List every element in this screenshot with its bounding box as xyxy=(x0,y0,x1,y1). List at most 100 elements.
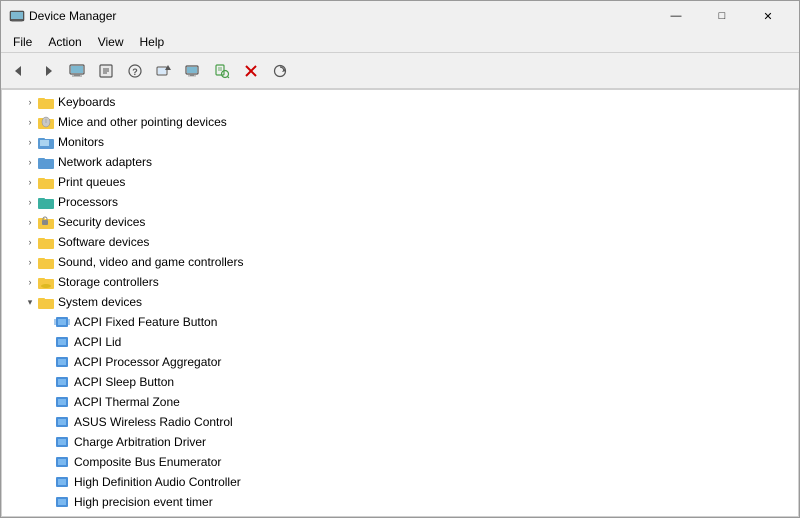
tree-item-print[interactable]: Print queues xyxy=(2,172,798,192)
tree-label-keyboards: Keyboards xyxy=(58,95,115,109)
tree-item-acpi-proc[interactable]: ACPI Processor Aggregator xyxy=(2,352,798,372)
tree-item-acpi-fixed[interactable]: ACPI Fixed Feature Button xyxy=(2,312,798,332)
display-button[interactable] xyxy=(179,57,207,85)
folder-icon-software xyxy=(38,234,54,250)
tree-label-acpi-thermal: ACPI Thermal Zone xyxy=(74,395,180,409)
forward-button[interactable] xyxy=(34,57,62,85)
tree-arrow-network[interactable] xyxy=(22,154,38,170)
tree-label-asus: ASUS Wireless Radio Control xyxy=(74,415,233,429)
tree-arrow-software[interactable] xyxy=(22,234,38,250)
tree-item-software[interactable]: Software devices xyxy=(2,232,798,252)
chip-icon-acpi-sleep xyxy=(54,374,70,390)
tree-label-print: Print queues xyxy=(58,175,125,189)
tree-item-processors[interactable]: Processors xyxy=(2,192,798,212)
scan-button[interactable] xyxy=(208,57,236,85)
folder-icon-system xyxy=(38,294,54,310)
window-controls: — □ ✕ xyxy=(653,1,791,31)
tree-item-charge[interactable]: Charge Arbitration Driver xyxy=(2,432,798,452)
tree-label-sound: Sound, video and game controllers xyxy=(58,255,243,269)
folder-icon-processors xyxy=(38,194,54,210)
chip-icon-acpi-fixed xyxy=(54,314,70,330)
tree-item-mice[interactable]: Mice and other pointing devices xyxy=(2,112,798,132)
main-content: Keyboards Mice and other pointing device… xyxy=(1,89,799,517)
tree-label-hda: High Definition Audio Controller xyxy=(74,475,241,489)
tree-arrow-print[interactable] xyxy=(22,174,38,190)
update-driver-button[interactable] xyxy=(150,57,178,85)
tree-arrow-system[interactable] xyxy=(22,294,38,310)
tree-item-hpet[interactable]: High precision event timer xyxy=(2,492,798,512)
tree-label-acpi-fixed: ACPI Fixed Feature Button xyxy=(74,315,217,329)
folder-icon-monitors xyxy=(38,134,54,150)
tree-item-acpi-thermal[interactable]: ACPI Thermal Zone xyxy=(2,392,798,412)
update-button[interactable] xyxy=(266,57,294,85)
tree-arrow-mice[interactable] xyxy=(22,114,38,130)
tree-label-intel-lpc: Intel(R) 100 Series Chipset Family LPC C… xyxy=(74,515,463,516)
tree-item-acpi-sleep[interactable]: ACPI Sleep Button xyxy=(2,372,798,392)
tree-item-intel-lpc[interactable]: Intel(R) 100 Series Chipset Family LPC C… xyxy=(2,512,798,516)
tree-item-sound[interactable]: Sound, video and game controllers xyxy=(2,252,798,272)
minimize-button[interactable]: — xyxy=(653,1,699,31)
tree-label-hpet: High precision event timer xyxy=(74,495,213,509)
folder-icon-print xyxy=(38,174,54,190)
tree-arrow-monitors[interactable] xyxy=(22,134,38,150)
tree-item-composite[interactable]: Composite Bus Enumerator xyxy=(2,452,798,472)
chip-icon-acpi-proc xyxy=(54,354,70,370)
chip-icon-intel-lpc xyxy=(54,514,70,516)
tree-item-system[interactable]: System devices xyxy=(2,292,798,312)
tree-arrow-keyboards[interactable] xyxy=(22,94,38,110)
tree-item-keyboards[interactable]: Keyboards xyxy=(2,92,798,112)
tree-item-storage[interactable]: Storage controllers xyxy=(2,272,798,292)
tree-label-processors: Processors xyxy=(58,195,118,209)
menu-view[interactable]: View xyxy=(90,31,132,53)
tree-label-system: System devices xyxy=(58,295,142,309)
help-button[interactable]: ? xyxy=(121,57,149,85)
tree-label-monitors: Monitors xyxy=(58,135,104,149)
tree-label-charge: Charge Arbitration Driver xyxy=(74,435,206,449)
chip-icon-composite xyxy=(54,454,70,470)
remove-button[interactable] xyxy=(237,57,265,85)
app-icon xyxy=(9,8,25,24)
tree-label-acpi-sleep: ACPI Sleep Button xyxy=(74,375,174,389)
window-title: Device Manager xyxy=(29,9,653,23)
tree-label-storage: Storage controllers xyxy=(58,275,159,289)
chip-icon-hda xyxy=(54,474,70,490)
tree-label-mice: Mice and other pointing devices xyxy=(58,115,227,129)
chip-icon-charge xyxy=(54,434,70,450)
window-frame: Device Manager — □ ✕ File Action View He… xyxy=(0,0,800,518)
chip-icon-hpet xyxy=(54,494,70,510)
close-button[interactable]: ✕ xyxy=(745,1,791,31)
menu-help[interactable]: Help xyxy=(132,31,173,53)
menu-action[interactable]: Action xyxy=(40,31,89,53)
tree-label-acpi-proc: ACPI Processor Aggregator xyxy=(74,355,221,369)
maximize-button[interactable]: □ xyxy=(699,1,745,31)
toolbar: ? xyxy=(1,53,799,89)
folder-icon-network xyxy=(38,154,54,170)
tree-item-security[interactable]: Security devices xyxy=(2,212,798,232)
svg-text:?: ? xyxy=(132,67,138,77)
back-button[interactable] xyxy=(5,57,33,85)
menu-file[interactable]: File xyxy=(5,31,40,53)
tree-item-hda[interactable]: High Definition Audio Controller xyxy=(2,472,798,492)
menu-bar: File Action View Help xyxy=(1,31,799,53)
tree-arrow-storage[interactable] xyxy=(22,274,38,290)
tree-item-network[interactable]: Network adapters xyxy=(2,152,798,172)
folder-icon-mice xyxy=(38,114,54,130)
tree-item-asus[interactable]: ASUS Wireless Radio Control xyxy=(2,412,798,432)
tree-arrow-processors[interactable] xyxy=(22,194,38,210)
folder-icon-keyboards xyxy=(38,94,54,110)
tree-arrow-sound[interactable] xyxy=(22,254,38,270)
chip-icon-asus xyxy=(54,414,70,430)
chip-icon-acpi-lid xyxy=(54,334,70,350)
folder-icon-sound xyxy=(38,254,54,270)
tree-label-composite: Composite Bus Enumerator xyxy=(74,455,221,469)
tree-item-acpi-lid[interactable]: ACPI Lid xyxy=(2,332,798,352)
tree-label-network: Network adapters xyxy=(58,155,152,169)
tree-arrow-security[interactable] xyxy=(22,214,38,230)
tree-view[interactable]: Keyboards Mice and other pointing device… xyxy=(2,90,798,516)
folder-icon-storage xyxy=(38,274,54,290)
show-button[interactable] xyxy=(92,57,120,85)
tree-item-monitors[interactable]: Monitors xyxy=(2,132,798,152)
chip-icon-acpi-thermal xyxy=(54,394,70,410)
computer-button[interactable] xyxy=(63,57,91,85)
title-bar: Device Manager — □ ✕ xyxy=(1,1,799,31)
